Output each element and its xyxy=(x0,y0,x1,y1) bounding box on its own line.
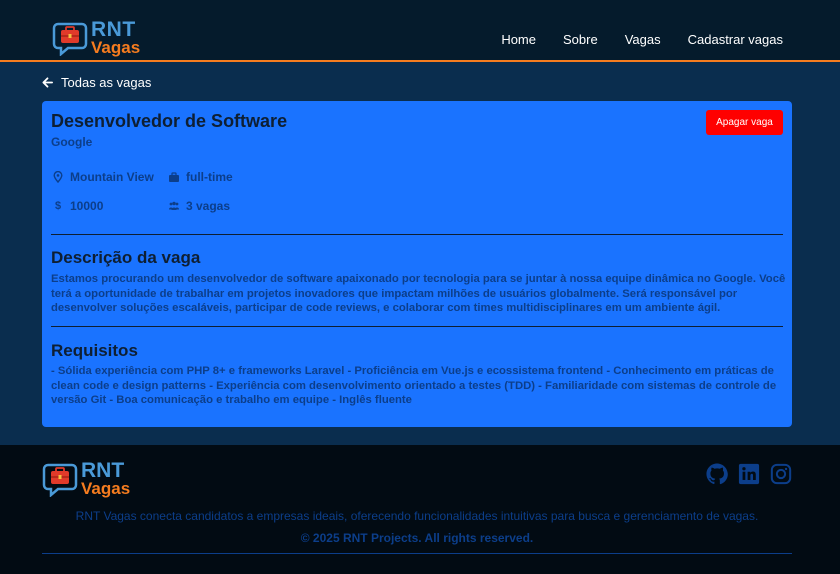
job-openings-text: 3 vagas xyxy=(186,199,231,213)
job-salary-text: 10000 xyxy=(70,199,104,213)
nav-vagas-link[interactable]: Vagas xyxy=(625,32,661,47)
requirements-text: - Sólida experiência com PHP 8+ e framew… xyxy=(51,365,777,406)
job-detail-card: Desenvolvedor de Software Google Apagar … xyxy=(42,101,792,427)
nav-home-link[interactable]: Home xyxy=(501,32,536,47)
brand-sub: Vagas xyxy=(91,38,141,57)
main-nav: Home Sobre Vagas Cadastrar vagas xyxy=(474,32,783,47)
description-text: Estamos procurando um desenvolvedor de s… xyxy=(51,273,786,314)
briefcase-logo-icon xyxy=(42,463,78,497)
description-heading: Descrição da vaga xyxy=(51,248,201,267)
back-link-label: Todas as vagas xyxy=(61,75,152,90)
briefcase-logo-icon xyxy=(52,22,88,56)
job-openings: 3 vagas xyxy=(168,199,230,213)
dollar-icon: $ xyxy=(54,200,62,212)
delete-job-button[interactable]: Apagar vaga xyxy=(706,110,783,135)
social-links xyxy=(696,463,792,485)
site-header: RNT Vagas Home Sobre Vagas Cadastrar vag… xyxy=(0,0,840,62)
section-divider xyxy=(51,234,783,235)
users-icon xyxy=(169,201,179,210)
job-title: Desenvolvedor de Software xyxy=(51,111,288,131)
nav-cadastrar-vagas-link[interactable]: Cadastrar vagas xyxy=(688,32,783,47)
site-footer: RNT Vagas RNT Vagas conecta candidatos a… xyxy=(0,445,840,574)
job-type: full-time xyxy=(168,170,233,184)
job-location: Mountain View xyxy=(52,170,154,184)
github-icon[interactable] xyxy=(706,463,728,485)
footer-brand-sub: Vagas xyxy=(81,479,131,498)
nav-sobre-link[interactable]: Sobre xyxy=(563,32,598,47)
section-divider xyxy=(51,326,783,327)
job-type-text: full-time xyxy=(186,170,233,184)
arrow-left-icon xyxy=(42,77,53,88)
footer-divider xyxy=(42,553,792,554)
back-to-jobs-link[interactable]: Todas as vagas xyxy=(42,75,151,90)
brand-logo[interactable]: RNT Vagas xyxy=(52,18,152,60)
job-company: Google xyxy=(51,135,93,149)
briefcase-icon xyxy=(169,172,179,182)
job-salary: $ 10000 xyxy=(52,199,103,213)
map-pin-icon xyxy=(53,171,63,183)
linkedin-icon[interactable] xyxy=(738,463,760,485)
footer-brand-logo[interactable]: RNT Vagas xyxy=(42,459,142,501)
footer-copyright: © 2025 RNT Projects. All rights reserved… xyxy=(300,531,534,545)
footer-description: RNT Vagas conecta candidatos a empresas … xyxy=(75,509,759,523)
instagram-icon[interactable] xyxy=(770,463,792,485)
requirements-heading: Requisitos xyxy=(51,341,138,360)
job-location-text: Mountain View xyxy=(70,170,154,184)
